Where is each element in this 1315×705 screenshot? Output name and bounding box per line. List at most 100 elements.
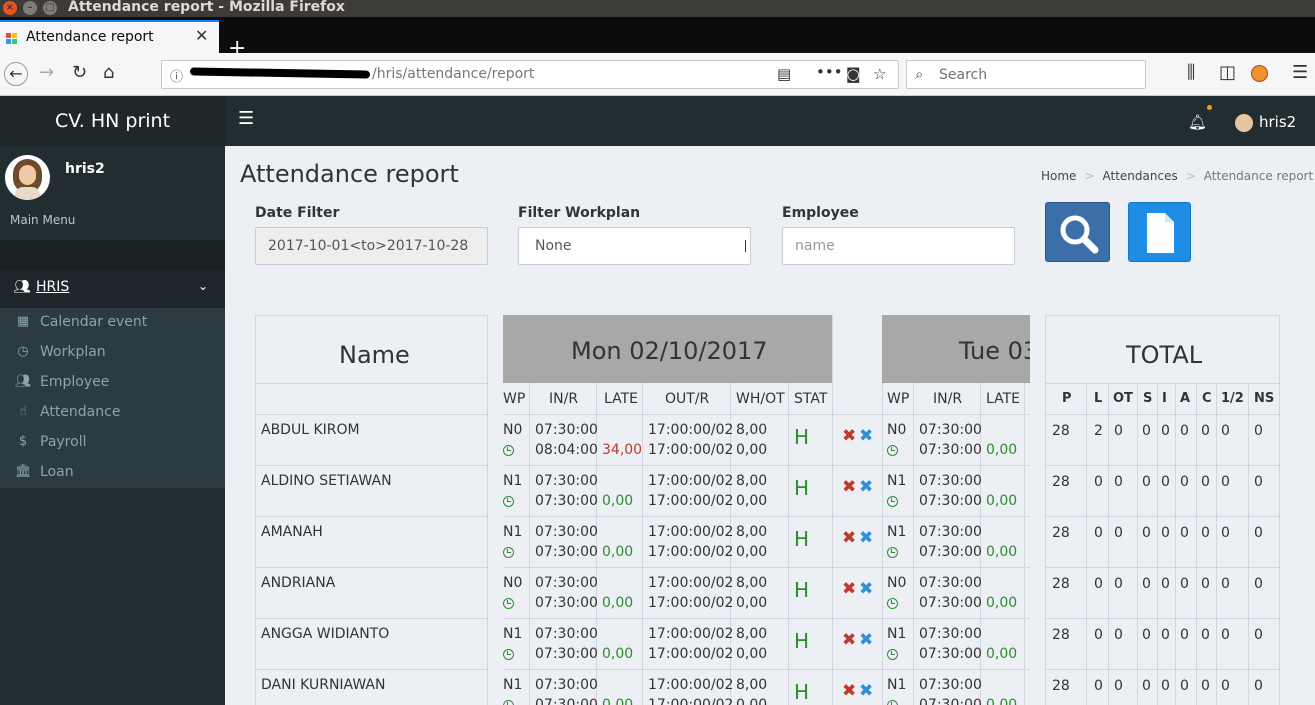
in-required: 07:30:00 xyxy=(535,473,598,489)
total-value: 0 xyxy=(1201,474,1210,490)
total-value: 0 xyxy=(1094,474,1103,490)
total-value: 0 xyxy=(1114,576,1123,592)
out-required: 17:00:00/02 xyxy=(648,677,734,693)
delete-red-x-icon[interactable]: ✖ xyxy=(842,477,856,497)
clock-icon xyxy=(887,547,898,558)
total-value: 0 xyxy=(1254,525,1263,541)
in-required: 07:30:00 xyxy=(535,677,598,693)
employee-name[interactable]: ANDRIANA xyxy=(261,575,335,591)
employee-name[interactable]: ALDINO SETIAWAN xyxy=(261,473,392,489)
workplan-code: N0 xyxy=(503,422,523,438)
status-code: H xyxy=(794,527,810,551)
workplan-code: N1 xyxy=(503,524,523,540)
late-minutes: 0,00 xyxy=(602,646,634,662)
in-required-day2: 07:30:00 xyxy=(919,473,982,489)
employee-name[interactable]: AMANAH xyxy=(261,524,323,540)
total-value: 0 xyxy=(1254,474,1263,490)
in-required: 07:30:00 xyxy=(535,626,598,642)
work-hours: 8,00 xyxy=(736,575,768,591)
total-value: 0 xyxy=(1142,474,1151,490)
workplan-code-day2: N0 xyxy=(887,422,907,438)
delete-red-x-icon[interactable]: ✖ xyxy=(842,681,856,701)
status-code: H xyxy=(794,680,810,704)
workplan-code: N0 xyxy=(503,575,523,591)
cancel-blue-x-icon[interactable]: ✖ xyxy=(859,477,873,497)
total-value: 0 xyxy=(1180,423,1189,439)
total-value: 0 xyxy=(1221,576,1230,592)
total-value: 0 xyxy=(1142,576,1151,592)
total-value: 0 xyxy=(1201,627,1210,643)
cancel-blue-x-icon[interactable]: ✖ xyxy=(859,426,873,446)
total-value: 0 xyxy=(1161,474,1170,490)
clock-icon xyxy=(887,598,898,609)
total-value: 0 xyxy=(1180,474,1189,490)
late-minutes-day2: 0,00 xyxy=(986,595,1018,611)
status-code: H xyxy=(794,425,810,449)
cancel-blue-x-icon[interactable]: ✖ xyxy=(859,579,873,599)
in-actual-day2: 07:30:00 xyxy=(919,646,982,662)
status-code: H xyxy=(794,578,810,602)
delete-red-x-icon[interactable]: ✖ xyxy=(842,630,856,650)
total-value: 0 xyxy=(1142,423,1151,439)
cancel-blue-x-icon[interactable]: ✖ xyxy=(859,528,873,548)
in-actual: 08:04:00 xyxy=(535,442,598,458)
employee-name[interactable]: DANI KURNIAWAN xyxy=(261,677,385,693)
total-value: 0 xyxy=(1114,627,1123,643)
total-value: 0 xyxy=(1201,678,1210,694)
late-minutes-day2: 0,00 xyxy=(986,544,1018,560)
row-divider xyxy=(1045,567,1280,568)
overtime: 0,00 xyxy=(736,442,768,458)
total-value: 0 xyxy=(1221,627,1230,643)
in-actual-day2: 07:30:00 xyxy=(919,697,982,705)
total-value: 0 xyxy=(1094,678,1103,694)
row-divider xyxy=(255,567,488,568)
in-required-day2: 07:30:00 xyxy=(919,677,982,693)
employee-name[interactable]: ANGGA WIDIANTO xyxy=(261,626,389,642)
total-value: 0 xyxy=(1221,423,1230,439)
total-value: 0 xyxy=(1180,576,1189,592)
delete-red-x-icon[interactable]: ✖ xyxy=(842,426,856,446)
row-divider xyxy=(1045,618,1280,619)
total-value: 28 xyxy=(1052,525,1070,541)
clock-icon xyxy=(503,496,514,507)
work-hours: 8,00 xyxy=(736,524,768,540)
out-actual: 17:00:00/02 xyxy=(648,544,734,560)
clock-icon xyxy=(887,700,898,705)
row-divider xyxy=(503,516,1030,517)
status-code: H xyxy=(794,476,810,500)
clock-icon xyxy=(887,649,898,660)
clock-icon xyxy=(503,445,514,456)
total-value: 0 xyxy=(1180,627,1189,643)
workplan-code-day2: N1 xyxy=(887,473,907,489)
total-value: 0 xyxy=(1201,525,1210,541)
total-value: 0 xyxy=(1094,525,1103,541)
in-required: 07:30:00 xyxy=(535,524,598,540)
in-required-day2: 07:30:00 xyxy=(919,524,982,540)
status-code: H xyxy=(794,629,810,653)
workplan-code-day2: N1 xyxy=(887,677,907,693)
total-value: 0 xyxy=(1142,525,1151,541)
total-value: 0 xyxy=(1254,423,1263,439)
total-value: 0 xyxy=(1254,576,1263,592)
cancel-blue-x-icon[interactable]: ✖ xyxy=(859,630,873,650)
clock-icon xyxy=(887,496,898,507)
late-minutes-day2: 0,00 xyxy=(986,493,1018,509)
delete-red-x-icon[interactable]: ✖ xyxy=(842,528,856,548)
in-required-day2: 07:30:00 xyxy=(919,422,982,438)
workplan-code: N1 xyxy=(503,626,523,642)
in-required-day2: 07:30:00 xyxy=(919,575,982,591)
total-value: 0 xyxy=(1161,627,1170,643)
in-actual-day2: 07:30:00 xyxy=(919,595,982,611)
in-actual: 07:30:00 xyxy=(535,493,598,509)
total-value: 0 xyxy=(1254,678,1263,694)
late-minutes: 0,00 xyxy=(602,493,634,509)
total-value: 0 xyxy=(1094,627,1103,643)
out-required: 17:00:00/02 xyxy=(648,626,734,642)
workplan-code-day2: N1 xyxy=(887,524,907,540)
cancel-blue-x-icon[interactable]: ✖ xyxy=(859,681,873,701)
delete-red-x-icon[interactable]: ✖ xyxy=(842,579,856,599)
late-minutes: 0,00 xyxy=(602,697,634,705)
total-value: 28 xyxy=(1052,576,1070,592)
total-value: 0 xyxy=(1114,474,1123,490)
employee-name[interactable]: ABDUL KIROM xyxy=(261,422,360,438)
